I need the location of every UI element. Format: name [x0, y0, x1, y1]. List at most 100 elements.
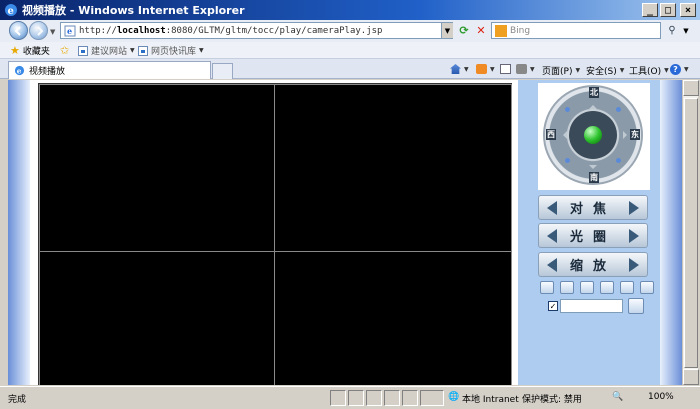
ptz-up-arrow-icon[interactable] — [589, 101, 597, 109]
feeds-button[interactable]: ▼ — [476, 64, 495, 74]
suggested-sites-dropdown-icon: ▼ — [130, 47, 135, 54]
focus-decrease-icon[interactable] — [547, 201, 557, 215]
web-slice-dropdown-icon: ▼ — [199, 47, 204, 54]
ptz-downleft-icon[interactable] — [565, 158, 570, 163]
status-cell-1 — [330, 390, 346, 406]
help-dropdown-icon: ▼ — [684, 66, 689, 73]
ptz-south-label[interactable]: 南 — [589, 172, 599, 183]
snapshot-icon[interactable] — [580, 281, 594, 294]
ptz-dial[interactable]: 北 南 东 西 — [543, 85, 643, 185]
back-button[interactable] — [9, 21, 28, 40]
favorites-bar: ★ 收藏夹 ✩ 建议网站 ▼ 网页快讯库 ▼ — [0, 42, 700, 59]
history-dropdown-icon[interactable]: ▼ — [50, 28, 55, 36]
home-dropdown-icon: ▼ — [464, 65, 469, 73]
web-slice-gallery-label: 网页快讯库 — [151, 47, 197, 57]
ptz-downright-icon[interactable] — [616, 158, 621, 163]
search-dropdown-icon[interactable]: ▼ — [681, 23, 691, 38]
lock-icon[interactable] — [620, 281, 634, 294]
ie-logo-icon: e — [5, 4, 17, 17]
right-decoration — [660, 80, 682, 385]
scroll-down-button[interactable] — [683, 369, 699, 385]
layout-1x1-icon[interactable] — [540, 281, 554, 294]
scroll-thumb[interactable] — [684, 98, 698, 368]
svg-text:e: e — [17, 67, 22, 76]
address-dropdown-button[interactable]: ▼ — [441, 23, 453, 38]
search-icon[interactable]: ⚲ — [665, 23, 679, 38]
refresh-icon[interactable]: ⟳ — [457, 23, 471, 38]
url-host: localhost — [116, 25, 166, 36]
search-input[interactable]: Bing — [491, 22, 661, 39]
zoom-control: 缩放 — [538, 252, 648, 277]
video-pane-4[interactable] — [274, 251, 512, 385]
web-slice-icon — [138, 45, 148, 56]
page-content: 北 南 东 西 对焦 光圈 缩放 ✓ — [8, 80, 682, 385]
iris-control: 光圈 — [538, 223, 648, 248]
ptz-north-label[interactable]: 北 — [589, 87, 599, 98]
window-title: 视频播放 - Windows Internet Explorer — [22, 4, 245, 17]
minimize-button[interactable]: _ — [642, 3, 658, 17]
print-button[interactable]: ▼ — [516, 64, 535, 74]
ie-window: e 视频播放 - Windows Internet Explorer _ □ ×… — [0, 0, 700, 409]
address-bar[interactable]: e http://localhost:8080/GLTM/gltm/tocc/p… — [60, 22, 453, 39]
ptz-east-label[interactable]: 东 — [630, 129, 640, 140]
status-text: 完成 — [8, 395, 27, 405]
scroll-up-button[interactable] — [683, 80, 699, 96]
home-button[interactable]: ▼ — [450, 64, 469, 74]
forward-arrow-icon — [37, 26, 44, 36]
ptz-down-arrow-icon[interactable] — [589, 165, 597, 173]
bing-icon — [495, 25, 507, 37]
zoom-text[interactable]: 100% — [648, 392, 674, 402]
layout-2x2-icon[interactable] — [560, 281, 574, 294]
feeds-dropdown-icon: ▼ — [490, 65, 495, 73]
add-favorite-icon: ✩ — [60, 44, 70, 57]
record-icon[interactable] — [600, 281, 614, 294]
print-icon — [516, 64, 527, 74]
read-mail-button[interactable] — [500, 64, 511, 74]
ptz-center-button[interactable] — [584, 126, 602, 144]
zoom-in-icon[interactable] — [629, 258, 639, 272]
video-pane-2[interactable] — [274, 84, 512, 252]
tab-video-play[interactable]: e 视频播放 — [8, 61, 211, 79]
settings-icon[interactable] — [640, 281, 654, 294]
suggested-sites-label: 建议网站 — [91, 47, 128, 57]
ptz-upleft-icon[interactable] — [565, 107, 570, 112]
ptz-upright-icon[interactable] — [616, 107, 621, 112]
fullscreen-icon[interactable] — [628, 298, 644, 314]
add-favorite-button[interactable]: ✩ — [60, 44, 69, 57]
status-cell-2 — [348, 390, 364, 406]
focus-increase-icon[interactable] — [629, 201, 639, 215]
page-menu-dropdown-icon: ▼ — [575, 67, 581, 74]
zoom-label: 缩放 — [569, 259, 616, 274]
iris-decrease-icon[interactable] — [547, 229, 557, 243]
favorites-button[interactable]: ★ 收藏夹 — [10, 44, 50, 57]
ptz-west-label[interactable]: 西 — [546, 129, 556, 140]
svg-text:e: e — [8, 6, 14, 17]
search-placeholder: Bing — [510, 25, 531, 36]
help-button[interactable]: ? ▼ — [670, 64, 689, 75]
close-button[interactable]: × — [680, 3, 696, 17]
safety-menu[interactable]: 安全(S) ▼ — [586, 64, 624, 77]
maximize-button[interactable]: □ — [660, 3, 676, 17]
new-tab-button[interactable] — [212, 63, 233, 79]
stop-icon[interactable]: ✕ — [474, 23, 488, 38]
ptz-left-arrow-icon[interactable] — [559, 131, 567, 139]
status-cell-5 — [402, 390, 418, 406]
ptz-right-arrow-icon[interactable] — [623, 131, 631, 139]
forward-button[interactable] — [29, 21, 48, 40]
rss-icon — [476, 64, 487, 74]
preset-input[interactable] — [560, 299, 623, 313]
vertical-scrollbar[interactable] — [682, 80, 699, 385]
zone-globe-icon: 🌐 — [448, 392, 460, 402]
suggested-sites-link[interactable]: 建议网站 ▼ — [78, 44, 135, 57]
video-pane-1[interactable] — [39, 84, 275, 252]
page-menu[interactable]: 页面(P) ▼ — [542, 64, 580, 77]
favorites-label: 收藏夹 — [22, 47, 50, 57]
zoom-out-icon[interactable] — [547, 258, 557, 272]
web-slice-gallery-link[interactable]: 网页快讯库 ▼ — [138, 44, 204, 57]
back-arrow-icon — [14, 26, 21, 36]
iris-increase-icon[interactable] — [629, 229, 639, 243]
zoom-status-icon[interactable]: 🔍 — [612, 392, 623, 402]
video-pane-3[interactable] — [39, 251, 275, 385]
preset-checkbox[interactable]: ✓ — [548, 301, 558, 311]
tools-menu[interactable]: 工具(O) ▼ — [629, 64, 669, 77]
